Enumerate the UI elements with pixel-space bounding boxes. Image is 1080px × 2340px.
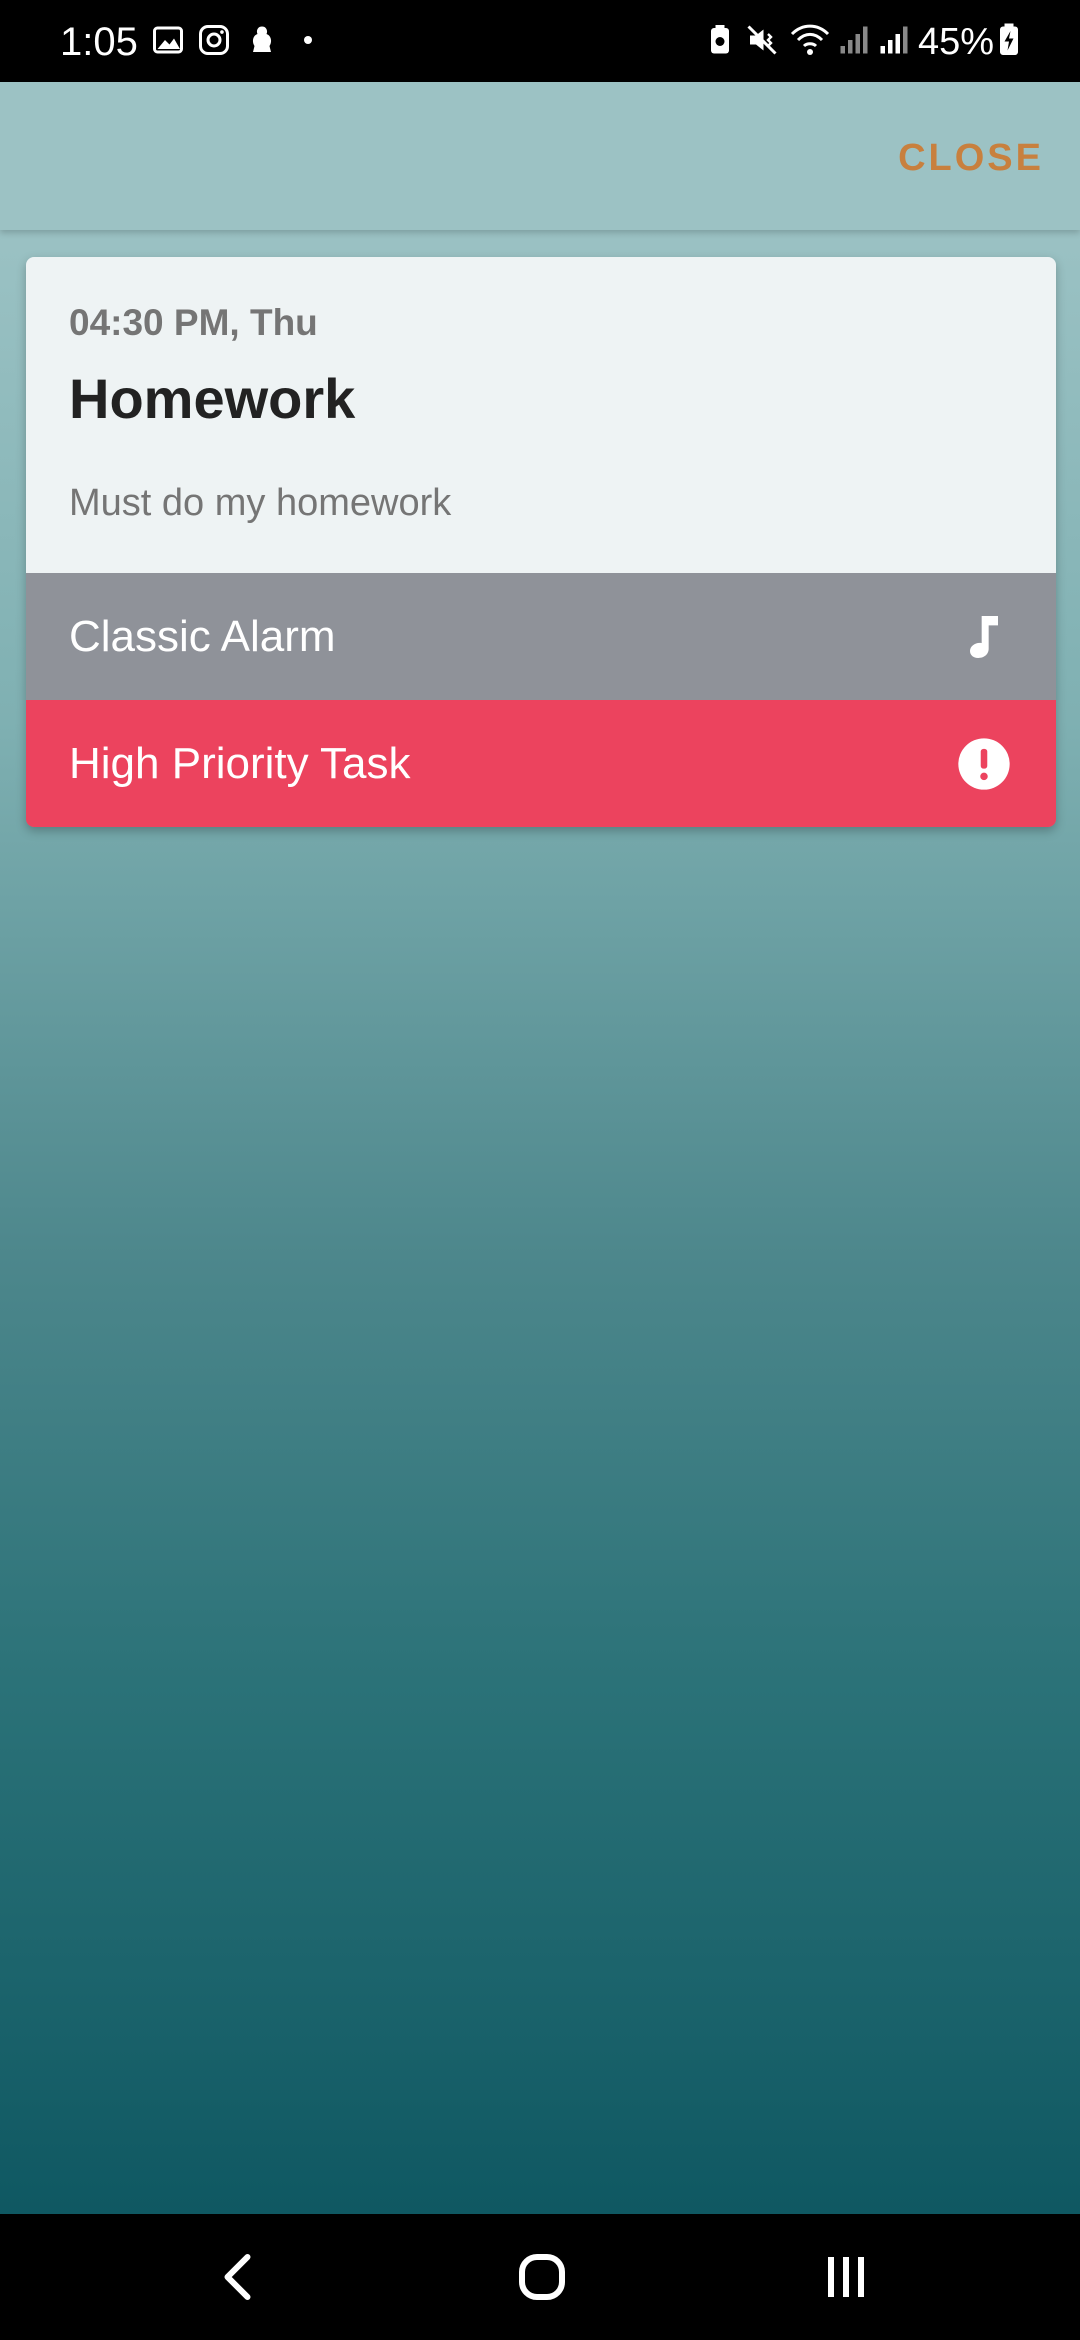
task-datetime: 04:30 PM, Thu [69, 302, 318, 343]
alert-circle-icon [956, 736, 1012, 792]
battery-percentage: 45% [917, 21, 994, 63]
app-screen: CLOSE 04:30 PM, Thu Homework Must do my … [0, 82, 1080, 2214]
image-icon [150, 22, 186, 58]
task-card: 04:30 PM, Thu Homework Must do my homewo… [26, 257, 1056, 827]
signal-icon [836, 22, 872, 58]
dot-icon [296, 22, 320, 58]
home-icon[interactable] [512, 2247, 572, 2307]
battery-saver-icon [702, 22, 738, 58]
wifi-icon [788, 22, 832, 58]
alarm-sound-label: Classic Alarm [69, 612, 336, 661]
mute-vibrate-icon [744, 22, 780, 58]
alarm-sound-row[interactable]: Classic Alarm [26, 573, 1056, 700]
app-bar: CLOSE [0, 82, 1080, 230]
task-title: Homework [69, 367, 356, 430]
close-button[interactable]: CLOSE [898, 134, 1044, 182]
app-notification-icon [244, 22, 280, 58]
task-details: 04:30 PM, Thu Homework Must do my homewo… [26, 257, 1056, 573]
battery-charging-icon [996, 22, 1022, 58]
instagram-icon [196, 22, 232, 58]
navigation-bar [0, 2214, 1080, 2340]
recents-icon[interactable] [816, 2247, 876, 2307]
signal-icon-2 [876, 22, 912, 58]
priority-label: High Priority Task [69, 739, 411, 788]
priority-row[interactable]: High Priority Task [26, 700, 1056, 827]
status-bar: 1:05 45% [0, 0, 1080, 82]
music-note-icon [956, 609, 1012, 665]
status-time: 1:05 [60, 20, 138, 64]
task-description: Must do my homework [69, 482, 452, 524]
back-icon[interactable] [210, 2247, 270, 2307]
